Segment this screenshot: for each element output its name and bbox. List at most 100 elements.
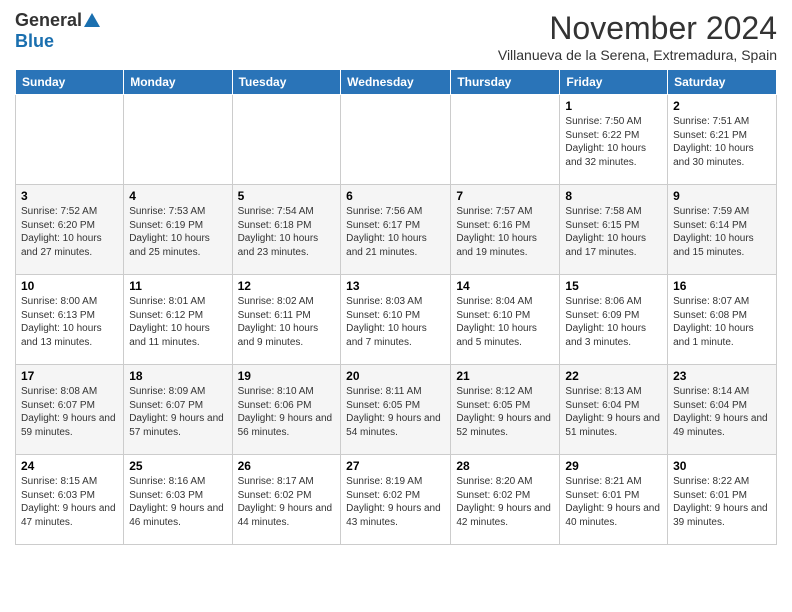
day-info: Sunrise: 7:59 AM Sunset: 6:14 PM Dayligh…	[673, 205, 771, 259]
calendar-cell: 15 Sunrise: 8:06 AM Sunset: 6:09 PM Dayli…	[560, 275, 668, 365]
day-number: 9	[673, 189, 771, 203]
day-info: Sunrise: 8:04 AM Sunset: 6:10 PM Dayligh…	[456, 295, 554, 349]
day-number: 16	[673, 279, 771, 293]
day-number: 13	[346, 279, 445, 293]
day-info: Sunrise: 7:58 AM Sunset: 6:15 PM Dayligh…	[565, 205, 662, 259]
calendar-cell: 6 Sunrise: 7:56 AM Sunset: 6:17 PM Daylig…	[341, 185, 451, 275]
calendar-cell: 23 Sunrise: 8:14 AM Sunset: 6:04 PM Dayli…	[668, 365, 777, 455]
day-number: 2	[673, 99, 771, 113]
calendar-cell: 8 Sunrise: 7:58 AM Sunset: 6:15 PM Daylig…	[560, 185, 668, 275]
day-number: 4	[129, 189, 226, 203]
calendar-cell: 12Sunrise: 8:02 AM Sunset: 6:11 PM Dayli…	[232, 275, 341, 365]
calendar-cell: 1Sunrise: 7:50 AM Sunset: 6:22 PM Daylig…	[560, 95, 668, 185]
day-info: Sunrise: 8:02 AM Sunset: 6:11 PM Dayligh…	[238, 295, 336, 349]
day-number: 26	[238, 459, 336, 473]
day-info: Sunrise: 7:52 AM Sunset: 6:20 PM Dayligh…	[21, 205, 118, 259]
header-saturday: Saturday	[668, 70, 777, 95]
day-info: Sunrise: 7:56 AM Sunset: 6:17 PM Dayligh…	[346, 205, 445, 259]
calendar-cell: 7Sunrise: 7:57 AM Sunset: 6:16 PM Daylig…	[451, 185, 560, 275]
day-number: 7	[456, 189, 554, 203]
day-info: Sunrise: 8:08 AM Sunset: 6:07 PM Dayligh…	[21, 385, 118, 439]
day-info: Sunrise: 8:21 AM Sunset: 6:01 PM Dayligh…	[565, 475, 662, 529]
header-wednesday: Wednesday	[341, 70, 451, 95]
calendar-cell	[124, 95, 232, 185]
day-number: 24	[21, 459, 118, 473]
month-title: November 2024	[498, 10, 777, 47]
day-number: 10	[21, 279, 118, 293]
calendar-cell: 27 Sunrise: 8:19 AM Sunset: 6:02 PM Dayli…	[341, 455, 451, 545]
day-info: Sunrise: 7:51 AM Sunset: 6:21 PM Dayligh…	[673, 115, 771, 169]
day-info: Sunrise: 7:54 AM Sunset: 6:18 PM Dayligh…	[238, 205, 336, 259]
day-number: 15	[565, 279, 662, 293]
calendar-cell	[451, 95, 560, 185]
calendar-cell: 24 Sunrise: 8:15 AM Sunset: 6:03 PM Dayli…	[16, 455, 124, 545]
calendar-cell: 5Sunrise: 7:54 AM Sunset: 6:18 PM Daylig…	[232, 185, 341, 275]
calendar-cell: 14 Sunrise: 8:04 AM Sunset: 6:10 PM Dayli…	[451, 275, 560, 365]
location-subtitle: Villanueva de la Serena, Extremadura, Sp…	[498, 47, 777, 63]
day-info: Sunrise: 8:11 AM Sunset: 6:05 PM Dayligh…	[346, 385, 445, 439]
calendar-cell: 25Sunrise: 8:16 AM Sunset: 6:03 PM Dayli…	[124, 455, 232, 545]
calendar-cell: 10 Sunrise: 8:00 AM Sunset: 6:13 PM Dayli…	[16, 275, 124, 365]
day-number: 27	[346, 459, 445, 473]
day-info: Sunrise: 8:06 AM Sunset: 6:09 PM Dayligh…	[565, 295, 662, 349]
header-monday: Monday	[124, 70, 232, 95]
calendar-cell: 19Sunrise: 8:10 AM Sunset: 6:06 PM Dayli…	[232, 365, 341, 455]
calendar-cell: 16 Sunrise: 8:07 AM Sunset: 6:08 PM Dayli…	[668, 275, 777, 365]
calendar-cell: 22Sunrise: 8:13 AM Sunset: 6:04 PM Dayli…	[560, 365, 668, 455]
page-container: General Blue November 2024 Villanueva de…	[0, 0, 792, 555]
day-number: 18	[129, 369, 226, 383]
day-info: Sunrise: 8:16 AM Sunset: 6:03 PM Dayligh…	[129, 475, 226, 529]
day-info: Sunrise: 8:14 AM Sunset: 6:04 PM Dayligh…	[673, 385, 771, 439]
title-block: November 2024 Villanueva de la Serena, E…	[498, 10, 777, 63]
calendar-cell: 3Sunrise: 7:52 AM Sunset: 6:20 PM Daylig…	[16, 185, 124, 275]
day-info: Sunrise: 7:53 AM Sunset: 6:19 PM Dayligh…	[129, 205, 226, 259]
day-info: Sunrise: 8:07 AM Sunset: 6:08 PM Dayligh…	[673, 295, 771, 349]
calendar-cell: 13 Sunrise: 8:03 AM Sunset: 6:10 PM Dayli…	[341, 275, 451, 365]
day-info: Sunrise: 8:15 AM Sunset: 6:03 PM Dayligh…	[21, 475, 118, 529]
calendar-cell	[232, 95, 341, 185]
header-thursday: Thursday	[451, 70, 560, 95]
header-friday: Friday	[560, 70, 668, 95]
day-info: Sunrise: 8:19 AM Sunset: 6:02 PM Dayligh…	[346, 475, 445, 529]
day-info: Sunrise: 8:09 AM Sunset: 6:07 PM Dayligh…	[129, 385, 226, 439]
logo-triangle-icon	[84, 13, 100, 27]
logo: General Blue	[15, 10, 100, 52]
day-number: 29	[565, 459, 662, 473]
day-number: 8	[565, 189, 662, 203]
day-info: Sunrise: 8:01 AM Sunset: 6:12 PM Dayligh…	[129, 295, 226, 349]
day-number: 14	[456, 279, 554, 293]
day-number: 6	[346, 189, 445, 203]
calendar-week-row: 10 Sunrise: 8:00 AM Sunset: 6:13 PM Dayli…	[16, 275, 777, 365]
calendar-week-row: 24 Sunrise: 8:15 AM Sunset: 6:03 PM Dayli…	[16, 455, 777, 545]
calendar-cell: 4 Sunrise: 7:53 AM Sunset: 6:19 PM Daylig…	[124, 185, 232, 275]
day-number: 1	[565, 99, 662, 113]
page-header: General Blue November 2024 Villanueva de…	[15, 10, 777, 63]
calendar-header-row: SundayMondayTuesdayWednesdayThursdayFrid…	[16, 70, 777, 95]
day-number: 21	[456, 369, 554, 383]
day-number: 20	[346, 369, 445, 383]
day-number: 23	[673, 369, 771, 383]
calendar-cell: 28Sunrise: 8:20 AM Sunset: 6:02 PM Dayli…	[451, 455, 560, 545]
calendar-cell: 2 Sunrise: 7:51 AM Sunset: 6:21 PM Daylig…	[668, 95, 777, 185]
calendar-cell: 21 Sunrise: 8:12 AM Sunset: 6:05 PM Dayli…	[451, 365, 560, 455]
day-number: 19	[238, 369, 336, 383]
calendar-cell: 9 Sunrise: 7:59 AM Sunset: 6:14 PM Daylig…	[668, 185, 777, 275]
day-info: Sunrise: 8:13 AM Sunset: 6:04 PM Dayligh…	[565, 385, 662, 439]
calendar-week-row: 1Sunrise: 7:50 AM Sunset: 6:22 PM Daylig…	[16, 95, 777, 185]
day-info: Sunrise: 8:03 AM Sunset: 6:10 PM Dayligh…	[346, 295, 445, 349]
day-info: Sunrise: 8:00 AM Sunset: 6:13 PM Dayligh…	[21, 295, 118, 349]
header-tuesday: Tuesday	[232, 70, 341, 95]
logo-general-text: General	[15, 10, 82, 31]
day-info: Sunrise: 8:12 AM Sunset: 6:05 PM Dayligh…	[456, 385, 554, 439]
day-number: 17	[21, 369, 118, 383]
calendar-cell: 17 Sunrise: 8:08 AM Sunset: 6:07 PM Dayli…	[16, 365, 124, 455]
header-sunday: Sunday	[16, 70, 124, 95]
calendar-cell: 30Sunrise: 8:22 AM Sunset: 6:01 PM Dayli…	[668, 455, 777, 545]
calendar-cell	[341, 95, 451, 185]
day-info: Sunrise: 8:17 AM Sunset: 6:02 PM Dayligh…	[238, 475, 336, 529]
day-number: 11	[129, 279, 226, 293]
day-number: 30	[673, 459, 771, 473]
calendar-cell: 18 Sunrise: 8:09 AM Sunset: 6:07 PM Dayli…	[124, 365, 232, 455]
calendar-table: SundayMondayTuesdayWednesdayThursdayFrid…	[15, 69, 777, 545]
calendar-week-row: 3Sunrise: 7:52 AM Sunset: 6:20 PM Daylig…	[16, 185, 777, 275]
